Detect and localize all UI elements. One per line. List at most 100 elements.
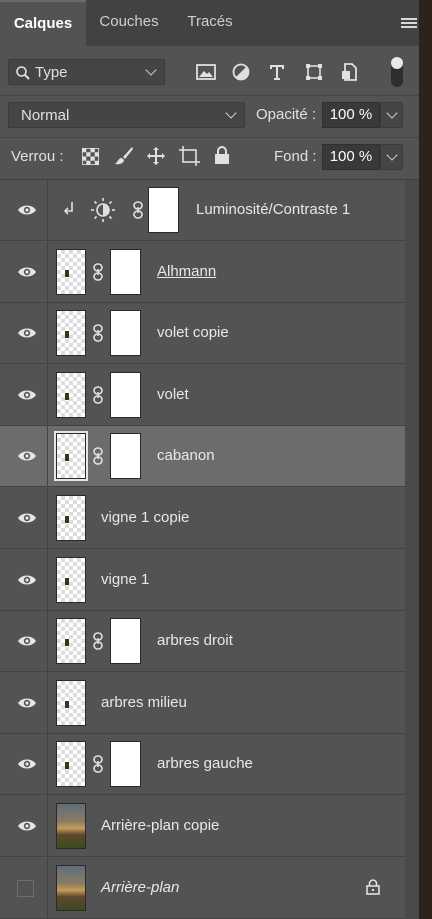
layer-mask-thumbnail[interactable] <box>110 618 141 665</box>
eye-icon <box>17 757 37 775</box>
layer-name: vigne 1 <box>101 570 150 588</box>
layer-thumbnail[interactable] <box>56 864 86 911</box>
layer-name: arbres droit <box>157 632 233 650</box>
layer-thumbnail[interactable] <box>56 556 86 603</box>
clipping-arrow-icon <box>63 201 74 219</box>
layer-row[interactable]: volet copie <box>0 303 405 365</box>
lock-all-icon[interactable] <box>214 146 230 165</box>
layer-row[interactable]: Alhmann <box>0 241 405 303</box>
smart-object-filter-icon[interactable] <box>340 63 358 81</box>
tab-couches[interactable]: Couches <box>86 0 172 46</box>
eye-icon <box>17 511 37 529</box>
visibility-toggle[interactable] <box>0 611 48 672</box>
layer-thumbnail[interactable] <box>54 431 88 482</box>
layer-row[interactable]: arbres droit <box>0 611 405 673</box>
layer-thumbnail[interactable] <box>56 618 86 665</box>
layer-lock-icon <box>366 878 380 899</box>
lock-position-icon[interactable] <box>146 146 166 166</box>
visibility-toggle[interactable] <box>0 672 48 733</box>
layers-list: Luminosité/Contraste 1 Alhmann volet copie… <box>0 180 405 919</box>
layer-thumbnail[interactable] <box>56 248 86 295</box>
layer-mask-thumbnail[interactable] <box>148 187 179 233</box>
eye-icon <box>17 449 37 467</box>
layer-thumbnail[interactable] <box>56 495 86 541</box>
visibility-toggle[interactable] <box>0 488 48 548</box>
chevron-down-icon <box>386 107 398 119</box>
eye-icon <box>17 634 37 652</box>
layer-thumbnail[interactable] <box>56 310 86 357</box>
layer-row[interactable]: volet <box>0 364 405 426</box>
eye-icon <box>17 388 37 406</box>
chevron-down-icon <box>225 107 237 119</box>
layer-name: Arrière-plan <box>101 878 180 896</box>
visibility-toggle[interactable] <box>0 857 48 918</box>
layer-name: volet <box>157 385 189 403</box>
layer-mask-thumbnail[interactable] <box>110 371 141 418</box>
layer-name: Arrière-plan copie <box>101 817 220 834</box>
hidden-box-icon <box>17 879 34 897</box>
visibility-toggle[interactable] <box>0 796 48 856</box>
link-icon <box>93 324 103 346</box>
layer-thumbnail[interactable] <box>56 679 86 726</box>
tab-calques[interactable]: Calques <box>0 0 86 46</box>
layer-thumbnail[interactable] <box>56 741 86 788</box>
blend-mode-select[interactable]: Normal <box>8 102 245 128</box>
layer-row[interactable]: Luminosité/Contraste 1 <box>0 180 405 241</box>
layer-mask-thumbnail[interactable] <box>110 248 141 295</box>
fill-dropdown-button[interactable] <box>380 144 403 170</box>
layer-row[interactable]: vigne 1 copie <box>0 488 405 549</box>
layer-mask-thumbnail[interactable] <box>110 741 141 788</box>
visibility-toggle[interactable] <box>0 549 48 610</box>
lock-artboard-icon[interactable] <box>179 146 200 166</box>
eye-icon <box>17 696 37 714</box>
shape-filter-icon[interactable] <box>305 63 323 81</box>
panel-menu-icon[interactable] <box>401 18 417 30</box>
lock-label: Verrou : <box>11 148 64 165</box>
layers-panel: Calques Couches Tracés Type Normal Opaci… <box>0 0 419 919</box>
brightness-contrast-icon <box>90 197 116 227</box>
filter-toggle-switch[interactable] <box>391 57 403 87</box>
lock-transparency-icon[interactable] <box>82 148 99 165</box>
layer-name: arbres gauche <box>157 755 253 773</box>
text-filter-icon[interactable] <box>268 63 286 81</box>
layer-row[interactable]: cabanon <box>0 426 405 488</box>
layer-row[interactable]: Arrière-plan <box>0 857 405 919</box>
layer-mask-thumbnail[interactable] <box>110 310 141 357</box>
layer-row[interactable]: vigne 1 <box>0 549 405 611</box>
visibility-toggle[interactable] <box>0 303 48 364</box>
visibility-toggle[interactable] <box>0 426 48 487</box>
fill-input[interactable]: 100 % <box>322 144 380 170</box>
filter-kind-select[interactable]: Type <box>8 59 165 85</box>
visibility-toggle[interactable] <box>0 180 48 240</box>
visibility-toggle[interactable] <box>0 734 48 795</box>
adjustment-filter-icon[interactable] <box>232 63 250 81</box>
link-icon <box>133 201 143 223</box>
layer-name: cabanon <box>157 447 215 465</box>
image-filter-icon[interactable] <box>196 63 216 81</box>
lock-brush-icon[interactable] <box>114 146 134 166</box>
eye-icon <box>17 573 37 591</box>
link-icon <box>93 447 103 469</box>
visibility-toggle[interactable] <box>0 364 48 425</box>
eye-icon <box>17 203 37 221</box>
opacity-dropdown-button[interactable] <box>380 102 403 128</box>
layer-mask-thumbnail[interactable] <box>110 433 141 480</box>
layer-row[interactable]: arbres gauche <box>0 734 405 796</box>
layer-name: volet copie <box>157 324 229 342</box>
chevron-down-icon <box>386 149 398 161</box>
link-icon <box>93 385 103 408</box>
layers-scrollbar[interactable] <box>405 180 419 919</box>
blend-mode-value: Normal <box>21 107 70 124</box>
divider <box>0 137 419 138</box>
visibility-toggle[interactable] <box>0 241 48 302</box>
filter-kind-value: Type <box>35 64 68 81</box>
layer-thumbnail[interactable] <box>56 371 86 418</box>
opacity-input[interactable]: 100 % <box>322 102 380 128</box>
layer-row[interactable]: arbres milieu <box>0 672 405 734</box>
layer-row[interactable]: Arrière-plan copie <box>0 796 405 857</box>
layer-thumbnail[interactable] <box>56 803 86 849</box>
eye-icon <box>17 326 37 344</box>
layer-name: Alhmann <box>157 262 217 280</box>
eye-icon <box>17 819 37 837</box>
tab-traces[interactable]: Tracés <box>172 0 248 46</box>
